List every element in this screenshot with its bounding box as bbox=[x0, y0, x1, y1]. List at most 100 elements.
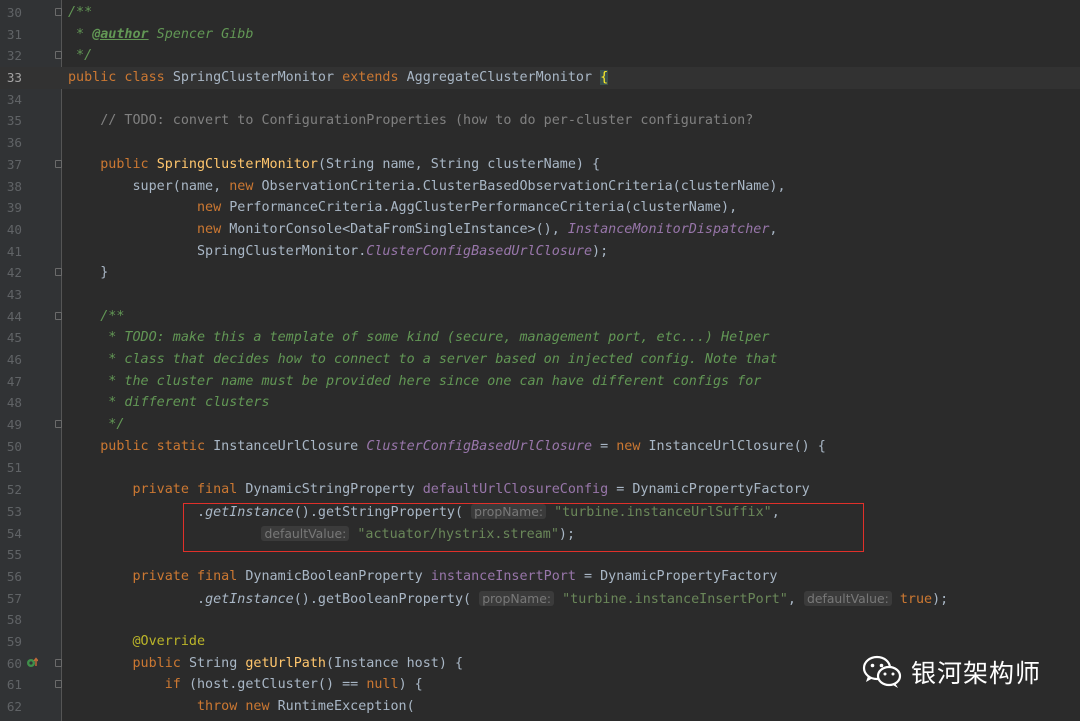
keyword: extends bbox=[342, 70, 407, 86]
red-highlight-box bbox=[183, 503, 864, 552]
line-number: 57 bbox=[6, 590, 22, 606]
code-line-45: 45 * TODO: make this a template of some … bbox=[0, 327, 1080, 349]
parameter-hint: defaultValue: bbox=[803, 590, 892, 606]
line-number: 53 bbox=[6, 503, 22, 519]
fold-marker-icon[interactable] bbox=[55, 268, 62, 277]
fold-marker-icon[interactable] bbox=[55, 420, 62, 429]
type-name: String bbox=[188, 655, 246, 671]
doc-comment: * different clusters bbox=[68, 395, 270, 411]
keyword: new bbox=[616, 438, 649, 454]
line-number: 58 bbox=[6, 612, 22, 628]
line-number: 43 bbox=[6, 286, 22, 302]
fold-marker-icon[interactable] bbox=[55, 311, 62, 320]
line-number: 39 bbox=[6, 200, 22, 216]
code-line-49: 49 */ bbox=[0, 414, 1080, 436]
code-text: ().getBooleanProperty( bbox=[293, 591, 472, 607]
line-number: 47 bbox=[6, 373, 22, 389]
code-text: InstanceUrlClosure() { bbox=[648, 438, 826, 454]
code-text: = DynamicPropertyFactory bbox=[608, 482, 810, 498]
line-number: 62 bbox=[6, 699, 22, 714]
fold-marker-icon[interactable] bbox=[55, 159, 62, 168]
fold-marker-icon[interactable] bbox=[55, 51, 62, 60]
override-method-icon[interactable] bbox=[26, 657, 38, 669]
code-text: , bbox=[787, 591, 804, 607]
code-line-58: 58 bbox=[0, 609, 1080, 631]
doc-comment: * class that decides how to connect to a… bbox=[68, 352, 778, 367]
parameter-hint: propName: bbox=[479, 590, 555, 606]
keyword: new bbox=[68, 221, 230, 237]
code-text: SpringClusterMonitor. bbox=[68, 243, 367, 259]
code-line-51: 51 bbox=[0, 457, 1080, 479]
field-name: defaultUrlClosureConfig bbox=[422, 482, 609, 498]
line-number-current: 33 bbox=[6, 70, 22, 86]
fold-marker-icon[interactable] bbox=[55, 680, 62, 689]
annotation: @Override bbox=[68, 633, 206, 649]
line-number: 42 bbox=[6, 265, 22, 281]
code-line-41: 41 SpringClusterMonitor.ClusterConfigBas… bbox=[0, 241, 1080, 263]
code-text: , bbox=[769, 221, 778, 237]
javadoc-tag: @author bbox=[92, 26, 149, 42]
code-text: super(name, bbox=[68, 178, 230, 194]
code-editor[interactable]: 30 /** 31 * @author Spencer Gibb 32 */ 3… bbox=[0, 2, 1080, 718]
code-line-31: 31 * @author Spencer Gibb bbox=[0, 24, 1080, 46]
line-number: 61 bbox=[6, 677, 22, 693]
doc-comment: Spencer Gibb bbox=[148, 26, 254, 42]
line-number: 36 bbox=[6, 135, 22, 151]
code-line-48: 48 * different clusters bbox=[0, 392, 1080, 414]
line-number: 34 bbox=[6, 91, 22, 107]
line-number: 59 bbox=[6, 633, 22, 649]
line-number: 50 bbox=[6, 438, 22, 454]
code-line-38: 38 super(name, new ObservationCriteria.C… bbox=[0, 176, 1080, 198]
doc-comment: * TODO: make this a template of some kin… bbox=[68, 330, 770, 346]
code-line-35: 35 // TODO: convert to ConfigurationProp… bbox=[0, 110, 1080, 132]
static-field: ClusterConfigBasedUrlClosure bbox=[366, 438, 593, 454]
code-line-37: 37 public SpringClusterMonitor(String na… bbox=[0, 154, 1080, 176]
doc-comment: * the cluster name must be provided here… bbox=[68, 373, 762, 389]
code-text: (host.getCluster() == bbox=[188, 677, 367, 693]
code-line-56: 56 private final DynamicBooleanProperty … bbox=[0, 566, 1080, 588]
code-line-40: 40 new MonitorConsole<DataFromSingleInst… bbox=[0, 219, 1080, 241]
code-line-59: 59 @Override bbox=[0, 631, 1080, 653]
code-text: MonitorConsole<DataFromSingleInstance>()… bbox=[229, 221, 568, 237]
keyword: new bbox=[68, 200, 230, 216]
code-text: PerformanceCriteria.AggClusterPerformanc… bbox=[229, 200, 738, 216]
fold-marker-icon[interactable] bbox=[55, 658, 62, 667]
code-line-52: 52 private final DynamicStringProperty d… bbox=[0, 479, 1080, 501]
class-name: SpringClusterMonitor bbox=[172, 70, 343, 86]
code-line-36: 36 bbox=[0, 132, 1080, 154]
field-name: instanceInsertPort bbox=[430, 568, 576, 584]
code-line-43: 43 bbox=[0, 284, 1080, 306]
line-number: 46 bbox=[6, 352, 22, 367]
type-name: InstanceUrlClosure bbox=[213, 438, 367, 454]
code-line-46: 46 * class that decides how to connect t… bbox=[0, 349, 1080, 371]
keyword: public class bbox=[68, 70, 173, 86]
code-text: ObservationCriteria.ClusterBasedObservat… bbox=[261, 178, 786, 194]
matched-brace: { bbox=[600, 70, 609, 86]
line-number: 56 bbox=[6, 568, 22, 584]
base-class-name: AggregateClusterMonitor bbox=[406, 70, 601, 86]
doc-comment: */ bbox=[68, 417, 125, 433]
code-text: (Instance host) { bbox=[326, 655, 464, 671]
parameters: (String name, String clusterName) { bbox=[317, 156, 601, 172]
line-number: 30 bbox=[6, 5, 22, 20]
code-line-42: 42 } bbox=[0, 262, 1080, 284]
static-field: ClusterConfigBasedUrlClosure bbox=[366, 243, 593, 259]
doc-comment: /** bbox=[68, 308, 125, 324]
line-number: 31 bbox=[6, 26, 22, 42]
line-number: 41 bbox=[6, 243, 22, 259]
type-name: DynamicStringProperty bbox=[245, 482, 423, 498]
watermark-text: 银河架构师 bbox=[911, 659, 1042, 688]
code-text: } bbox=[68, 265, 109, 281]
line-comment: // TODO: convert to ConfigurationPropert… bbox=[68, 113, 754, 129]
code-text: ) { bbox=[398, 677, 423, 693]
line-number: 52 bbox=[6, 482, 22, 498]
keyword: throw new bbox=[68, 699, 278, 714]
code-text: = bbox=[592, 438, 617, 454]
keyword: true bbox=[899, 591, 933, 607]
code-text: . bbox=[68, 591, 206, 607]
method-name: getUrlPath bbox=[245, 655, 326, 671]
keyword: public static bbox=[68, 438, 214, 454]
fold-marker-icon[interactable] bbox=[55, 8, 62, 16]
code-line-39: 39 new PerformanceCriteria.AggClusterPer… bbox=[0, 197, 1080, 219]
keyword: public bbox=[68, 655, 189, 671]
